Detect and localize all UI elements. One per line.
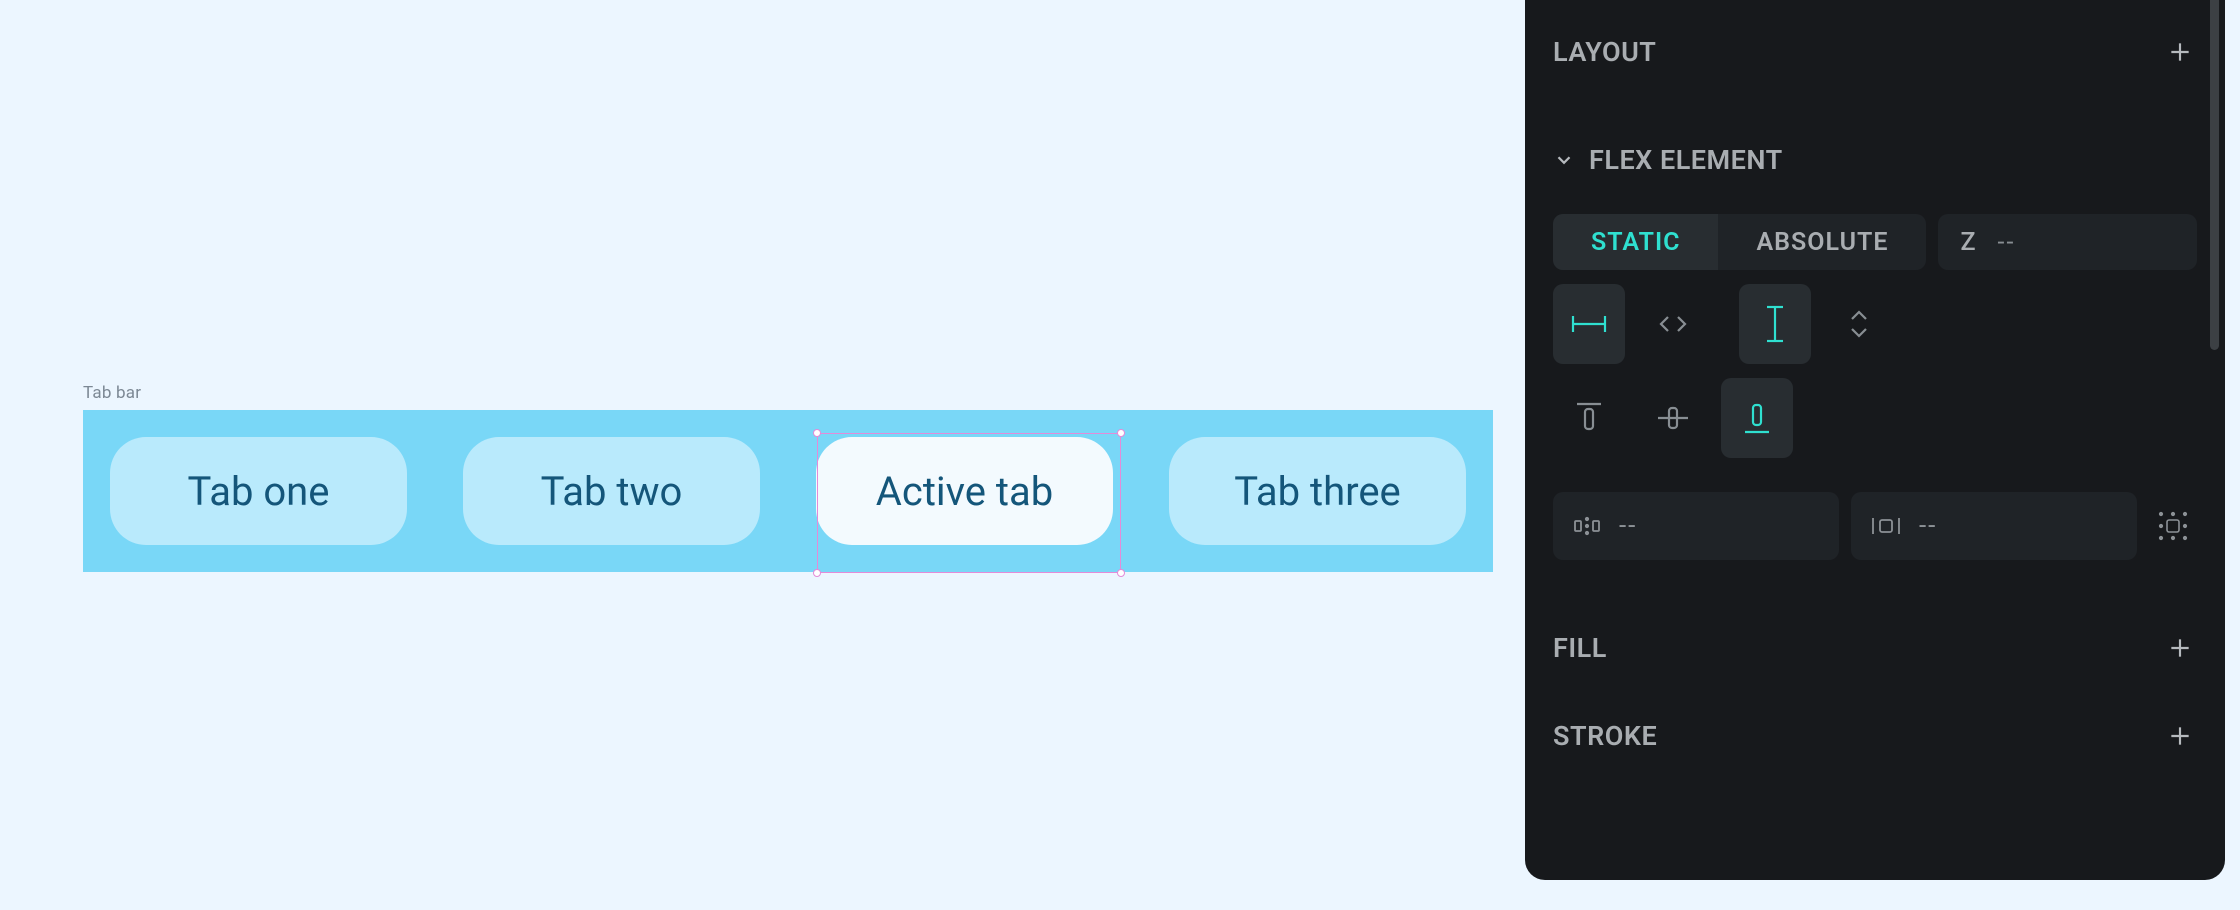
width-fixed-icon bbox=[1570, 313, 1608, 335]
add-layout-button[interactable] bbox=[2163, 35, 2197, 69]
canvas[interactable]: Tab bar Tab one Tab two Active tab Tab t… bbox=[0, 0, 1520, 910]
position-static[interactable]: STATIC bbox=[1553, 214, 1718, 270]
padding-input[interactable]: -- bbox=[1851, 492, 2137, 560]
padding-icon bbox=[1871, 515, 1901, 537]
height-fill[interactable] bbox=[1823, 284, 1895, 364]
expand-horizontal-icon bbox=[1655, 312, 1691, 336]
position-absolute[interactable]: ABSOLUTE bbox=[1718, 214, 1926, 270]
tab-two[interactable]: Tab two bbox=[463, 437, 760, 545]
tab-label: Active tab bbox=[876, 468, 1053, 515]
width-fixed[interactable] bbox=[1553, 284, 1625, 364]
section-stroke[interactable]: STROKE bbox=[1553, 702, 2197, 770]
z-label: Z bbox=[1960, 228, 1975, 257]
align-bottom-icon bbox=[1743, 401, 1771, 435]
padding-all-icon bbox=[2157, 510, 2189, 542]
gap-icon bbox=[1573, 515, 1601, 537]
section-title: LAYOUT bbox=[1553, 36, 1656, 68]
expand-vertical-icon bbox=[1847, 306, 1871, 342]
tab-label: Tab two bbox=[541, 468, 683, 515]
tab-label: Tab one bbox=[188, 468, 330, 515]
width-fill[interactable] bbox=[1637, 284, 1709, 364]
gap-input[interactable]: -- bbox=[1553, 492, 1839, 560]
section-fill[interactable]: FILL bbox=[1553, 614, 2197, 682]
section-title: STROKE bbox=[1553, 720, 1657, 752]
chevron-down-icon bbox=[1553, 149, 1575, 171]
add-fill-button[interactable] bbox=[2163, 631, 2197, 665]
scrollbar[interactable] bbox=[2210, 0, 2219, 350]
tab-bar-frame[interactable]: Tab one Tab two Active tab Tab three bbox=[83, 410, 1493, 572]
align-center-icon bbox=[1656, 404, 1690, 432]
plus-icon bbox=[2167, 635, 2193, 661]
section-title: FILL bbox=[1553, 632, 1607, 664]
align-top[interactable] bbox=[1553, 378, 1625, 458]
tab-three[interactable]: Tab three bbox=[1169, 437, 1466, 545]
section-layout[interactable]: LAYOUT bbox=[1553, 18, 2197, 86]
section-flex-element[interactable]: FLEX ELEMENT bbox=[1553, 126, 2197, 194]
gap-value: -- bbox=[1619, 511, 1637, 541]
frame-label[interactable]: Tab bar bbox=[83, 383, 141, 403]
z-value: -- bbox=[1998, 228, 2016, 257]
height-hug[interactable] bbox=[1739, 284, 1811, 364]
expand-padding-button[interactable] bbox=[2149, 492, 2197, 560]
z-index-input[interactable]: Z -- bbox=[1938, 214, 2197, 270]
add-stroke-button[interactable] bbox=[2163, 719, 2197, 753]
section-title: FLEX ELEMENT bbox=[1589, 144, 1783, 176]
align-center[interactable] bbox=[1637, 378, 1709, 458]
align-top-icon bbox=[1575, 401, 1603, 435]
plus-icon bbox=[2167, 39, 2193, 65]
position-mode-group: STATIC ABSOLUTE bbox=[1553, 214, 1926, 270]
plus-icon bbox=[2167, 723, 2193, 749]
tab-label: Tab three bbox=[1234, 468, 1401, 515]
tab-active[interactable]: Active tab bbox=[816, 437, 1113, 545]
padding-value: -- bbox=[1919, 511, 1937, 541]
tab-one[interactable]: Tab one bbox=[110, 437, 407, 545]
inspector-panel: LAYOUT FLEX ELEMENT STATIC ABSOLUTE Z -- bbox=[1525, 0, 2225, 880]
align-bottom[interactable] bbox=[1721, 378, 1793, 458]
height-hug-icon bbox=[1764, 304, 1786, 344]
